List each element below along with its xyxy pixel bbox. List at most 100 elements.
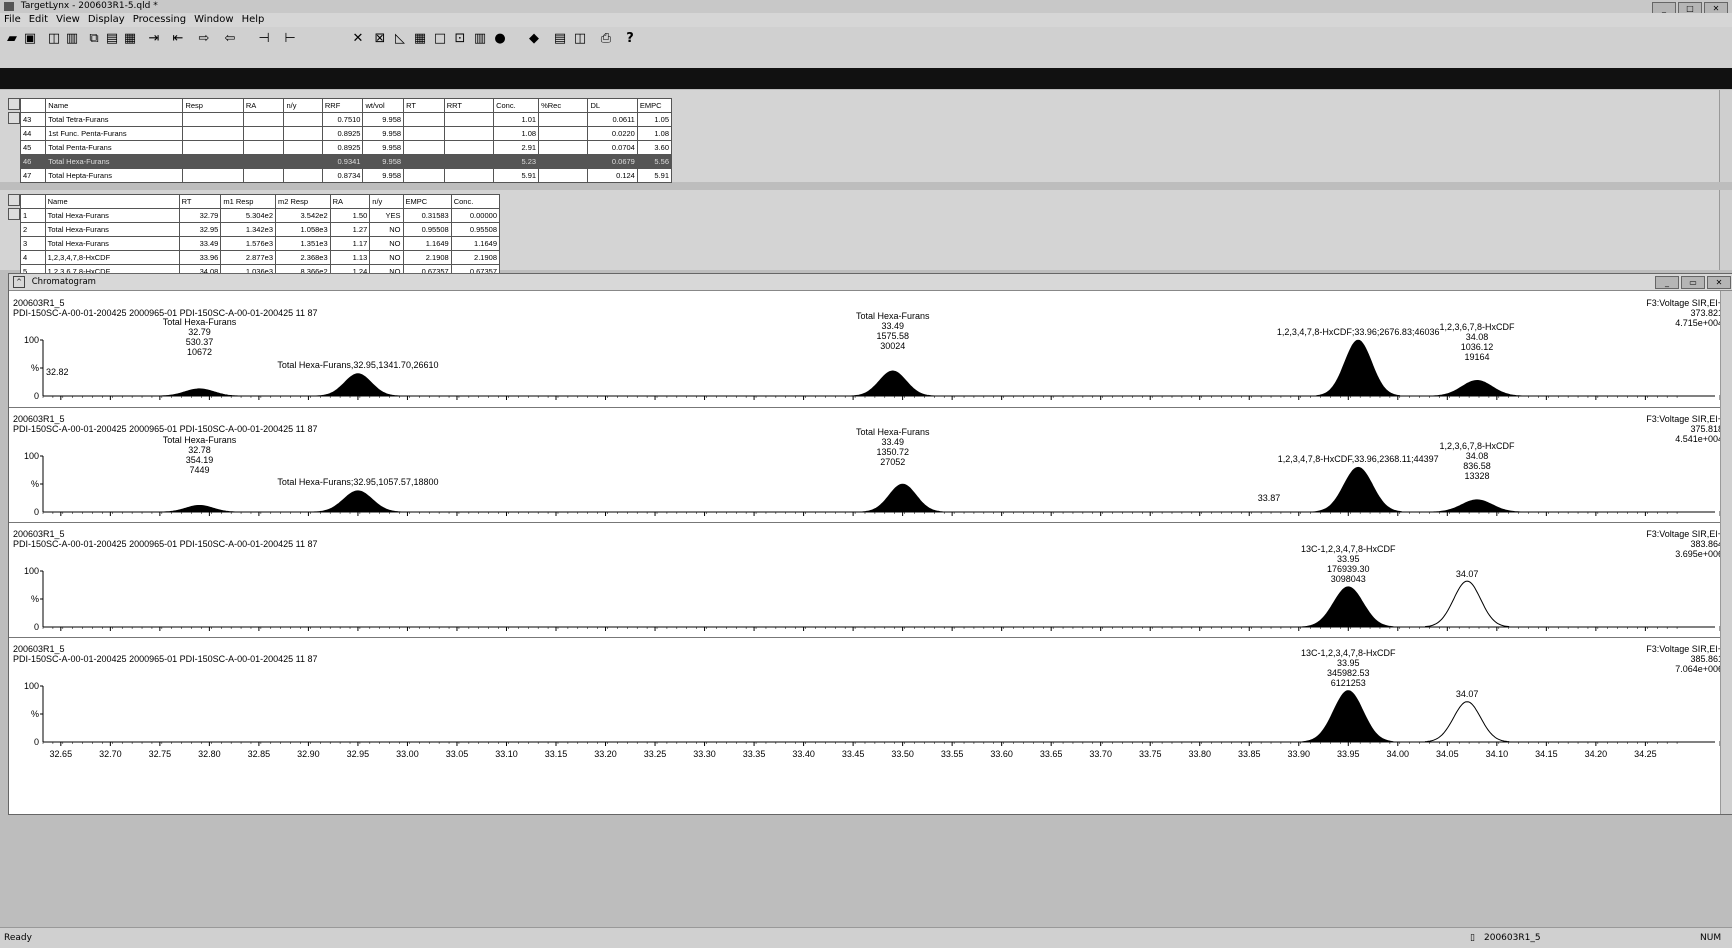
summary-row[interactable]: 45 Total Penta-Furans 0.8925 9.958 2.91 0.070…: [19, 140, 673, 155]
summary-row[interactable]: 46 Total Hexa-Furans 0.9341 9.958 5.23 0.0679…: [19, 154, 673, 169]
col-header[interactable]: [19, 98, 47, 113]
col-header-ra[interactable]: RA: [242, 98, 285, 113]
col-header-wtvol[interactable]: wt/vol: [362, 98, 405, 113]
menu-file[interactable]: File: [4, 14, 21, 25]
col-header-name[interactable]: Name: [45, 98, 184, 113]
y-label-top: 100: [23, 681, 39, 691]
chart-icon[interactable]: ▥: [64, 31, 80, 46]
delete-icon[interactable]: ✕: [350, 31, 366, 46]
menu-processing[interactable]: Processing: [133, 14, 186, 25]
col-header-rec[interactable]: %Rec: [538, 98, 589, 113]
col-header-ny[interactable]: n/y: [283, 98, 323, 113]
print-icon[interactable]: ⎙: [598, 31, 614, 46]
x-tick-label: 32.75: [149, 749, 172, 759]
col-header-conc[interactable]: Conc.: [493, 98, 540, 113]
circle-icon[interactable]: ▥: [472, 31, 488, 46]
summary-row[interactable]: 44 1st Func. Penta-Furans 0.8925 9.958 1.08 0…: [19, 126, 673, 141]
summary-cell-ny: [283, 112, 323, 127]
peak-panel-select-icon[interactable]: [8, 208, 20, 220]
x-tick-label: 33.15: [545, 749, 568, 759]
peak-row[interactable]: 1 Total Hexa-Furans 32.79 5.304e2 3.542e2 1.5…: [20, 208, 501, 223]
peak-row[interactable]: 2 Total Hexa-Furans 32.95 1.342e3 1.058e3 1.2…: [20, 222, 501, 237]
chromatogram-trace[interactable]: 32.65 32.70 32.75 32.80 32.85 32.90 32.95 33.00…: [9, 637, 1732, 775]
view-icon[interactable]: □: [432, 31, 448, 46]
chromatogram-trace[interactable]: 200603R1_5 PDI-150SC-A-00-01-200425 20009…: [9, 522, 1732, 638]
chromatogram-trace[interactable]: 200603R1_5 PDI-150SC-A-00-01-200425 20009…: [9, 407, 1732, 523]
layout-icon[interactable]: ▤: [104, 31, 120, 46]
col-header-empc[interactable]: EMPC: [636, 98, 673, 113]
trace-intensity: 4.715e+004: [1675, 318, 1723, 328]
open-icon[interactable]: ▰: [4, 31, 20, 46]
summary-row[interactable]: 43 Total Tetra-Furans 0.7510 9.958 1.01 0.061…: [19, 112, 673, 127]
help-icon[interactable]: ?: [622, 31, 638, 46]
peak-row[interactable]: 3 Total Hexa-Furans 33.49 1.576e3 1.351e3 1.1…: [20, 236, 501, 251]
col-header[interactable]: [20, 194, 46, 209]
chromatogram-close-button[interactable]: ✕: [1707, 276, 1731, 289]
peak-cell-name: 1,2,3,4,7,8-HxCDF: [44, 250, 180, 265]
arrow-icon[interactable]: ⇥: [146, 31, 162, 46]
peak-row[interactable]: 4 1,2,3,4,7,8-HxCDF 33.96 2.877e3 2.368e3 1.1…: [20, 250, 501, 265]
col-header-conc[interactable]: Conc.: [450, 194, 501, 209]
split-icon[interactable]: ⊡: [452, 31, 468, 46]
chromatogram-scrollbar[interactable]: [1720, 291, 1732, 814]
panel-collapse-icon[interactable]: [8, 98, 20, 110]
col-header-m1resp[interactable]: m1 Resp: [220, 194, 276, 209]
col-header-ny[interactable]: n/y: [369, 194, 404, 209]
x-tick-label: 33.40: [792, 749, 815, 759]
window-icon[interactable]: ▦: [412, 31, 428, 46]
peak-cell-conc: 1.1649: [450, 236, 501, 251]
spectrum-icon[interactable]: ◺: [392, 31, 408, 46]
peak-scrollbar[interactable]: [1719, 190, 1732, 270]
next-icon[interactable]: ⇦: [222, 31, 238, 46]
x-tick-label: 33.75: [1139, 749, 1162, 759]
summary-row[interactable]: 47 Total Hepta-Furans 0.8734 9.958 5.91 0.124…: [19, 168, 673, 183]
zoom-icon[interactable]: ⇤: [170, 31, 186, 46]
save-icon[interactable]: ▣: [22, 31, 38, 46]
menu-window[interactable]: Window: [194, 14, 233, 25]
columns-icon[interactable]: ◫: [572, 31, 588, 46]
print-preview-icon[interactable]: ◫: [46, 31, 62, 46]
summary-scrollbar[interactable]: [1719, 90, 1732, 182]
col-header-rt[interactable]: RT: [178, 194, 222, 209]
col-header-ra[interactable]: RA: [329, 194, 371, 209]
col-header-name[interactable]: Name: [44, 194, 180, 209]
summary-cell-wtvol: 9.958: [362, 154, 405, 169]
menu-edit[interactable]: Edit: [29, 14, 48, 25]
menu-view[interactable]: View: [56, 14, 80, 25]
summary-cell-ra: [242, 140, 285, 155]
calibration-icon[interactable]: ⊢: [282, 31, 298, 46]
list-icon[interactable]: ▤: [552, 31, 568, 46]
peak-annotation: 1,2,3,6,7,8-HxCDF 34.08 1036.12 19164: [1327, 322, 1627, 362]
col-header-empc[interactable]: EMPC: [402, 194, 452, 209]
toolbar: ▰ ▣ ◫ ▥ ⧉ ▤ ▦ ⇥ ⇤ ⇨ ⇦ ⊣ ⊢ ✕ ⊠ ◺ ▦ □ ⊡ ▥ …: [0, 27, 1732, 51]
col-header-dl[interactable]: DL: [587, 98, 638, 113]
chromatogram-minimize-button[interactable]: _: [1655, 276, 1679, 289]
table-icon[interactable]: ⊠: [372, 31, 388, 46]
previous-icon[interactable]: ⇨: [196, 31, 212, 46]
peak-panel-collapse-icon[interactable]: [8, 194, 20, 206]
menu-display[interactable]: Display: [88, 14, 125, 25]
y-label-zero: 0: [33, 507, 39, 517]
col-header-rt[interactable]: RT: [403, 98, 445, 113]
chromatogram-trace[interactable]: 200603R1_5 PDI-150SC-A-00-01-200425 20009…: [9, 292, 1732, 407]
trace-mass: 383.864: [1690, 539, 1723, 549]
summary-cell-id: 43: [19, 112, 47, 127]
pin-icon[interactable]: ◆: [526, 31, 542, 46]
annotation-line: 836.58: [1463, 460, 1491, 471]
summary-cell-resp: [182, 154, 244, 169]
col-header-m2resp[interactable]: m2 Resp: [275, 194, 331, 209]
chromatogram-restore-button[interactable]: ▭: [1681, 276, 1705, 289]
panel-select-icon[interactable]: [8, 112, 20, 124]
copy-icon[interactable]: ⧉: [86, 31, 102, 46]
col-header-rrf[interactable]: RRF: [321, 98, 364, 113]
peak-table: Name RT m1 Resp m2 Resp RA n/y EMPC Conc…: [20, 194, 501, 279]
peak-icon[interactable]: ⊣: [256, 31, 272, 46]
summary-cell-rt: [403, 126, 445, 141]
col-header-resp[interactable]: Resp: [182, 98, 244, 113]
peak-cell-conc: 0.00000: [450, 208, 501, 223]
menu-help[interactable]: Help: [242, 14, 265, 25]
compound-icon[interactable]: ▦: [122, 31, 138, 46]
col-header-rrt[interactable]: RRT: [443, 98, 495, 113]
palette-icon[interactable]: ●: [492, 31, 508, 46]
peak-cell-ny: NO: [369, 222, 404, 237]
